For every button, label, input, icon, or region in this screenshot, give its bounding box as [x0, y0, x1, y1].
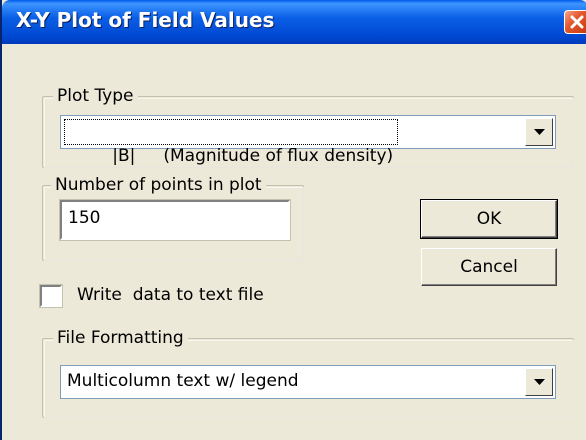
- points-value: 150: [68, 208, 101, 228]
- plot-type-select[interactable]: |B| (Magnitude of flux density): [60, 115, 556, 166]
- plot-type-description: (Magnitude of flux density): [163, 146, 394, 166]
- chevron-down-icon: [534, 129, 545, 135]
- plot-type-legend: Plot Type: [53, 85, 138, 107]
- file-format-selected-value: Multicolumn text w/ legend: [67, 371, 299, 391]
- write-to-file-checkbox[interactable]: [39, 284, 63, 308]
- close-button[interactable]: [564, 10, 586, 34]
- chevron-down-icon: [534, 379, 545, 385]
- file-format-dropdown-button[interactable]: [525, 368, 553, 396]
- plot-type-dropdown-button[interactable]: [525, 118, 553, 146]
- file-format-select[interactable]: Multicolumn text w/ legend: [60, 365, 556, 399]
- dialog-title: X-Y Plot of Field Values: [16, 8, 275, 32]
- close-x-icon: [570, 15, 584, 29]
- write-to-file-label[interactable]: Write data to text file: [77, 285, 264, 305]
- cancel-button[interactable]: Cancel: [421, 248, 557, 286]
- plot-type-group: Plot Type |B| (Magnitude of flux density): [42, 85, 574, 168]
- cancel-button-label: Cancel: [460, 257, 518, 277]
- ok-button-label: OK: [476, 209, 502, 229]
- file-formatting-group: File Formatting Multicolumn text w/ lege…: [42, 327, 574, 418]
- plot-type-code: |B|: [112, 146, 136, 166]
- plot-type-selected-value: |B| (Magnitude of flux density): [64, 119, 399, 166]
- points-legend: Number of points in plot: [51, 174, 266, 196]
- title-bar[interactable]: X-Y Plot of Field Values: [2, 0, 586, 44]
- points-group: Number of points in plot 150: [42, 174, 304, 261]
- points-input[interactable]: 150: [59, 199, 291, 241]
- file-formatting-legend: File Formatting: [53, 327, 188, 349]
- xy-plot-dialog: X-Y Plot of Field Values Plot Type |B| (M…: [0, 0, 586, 440]
- ok-button[interactable]: OK: [420, 199, 558, 239]
